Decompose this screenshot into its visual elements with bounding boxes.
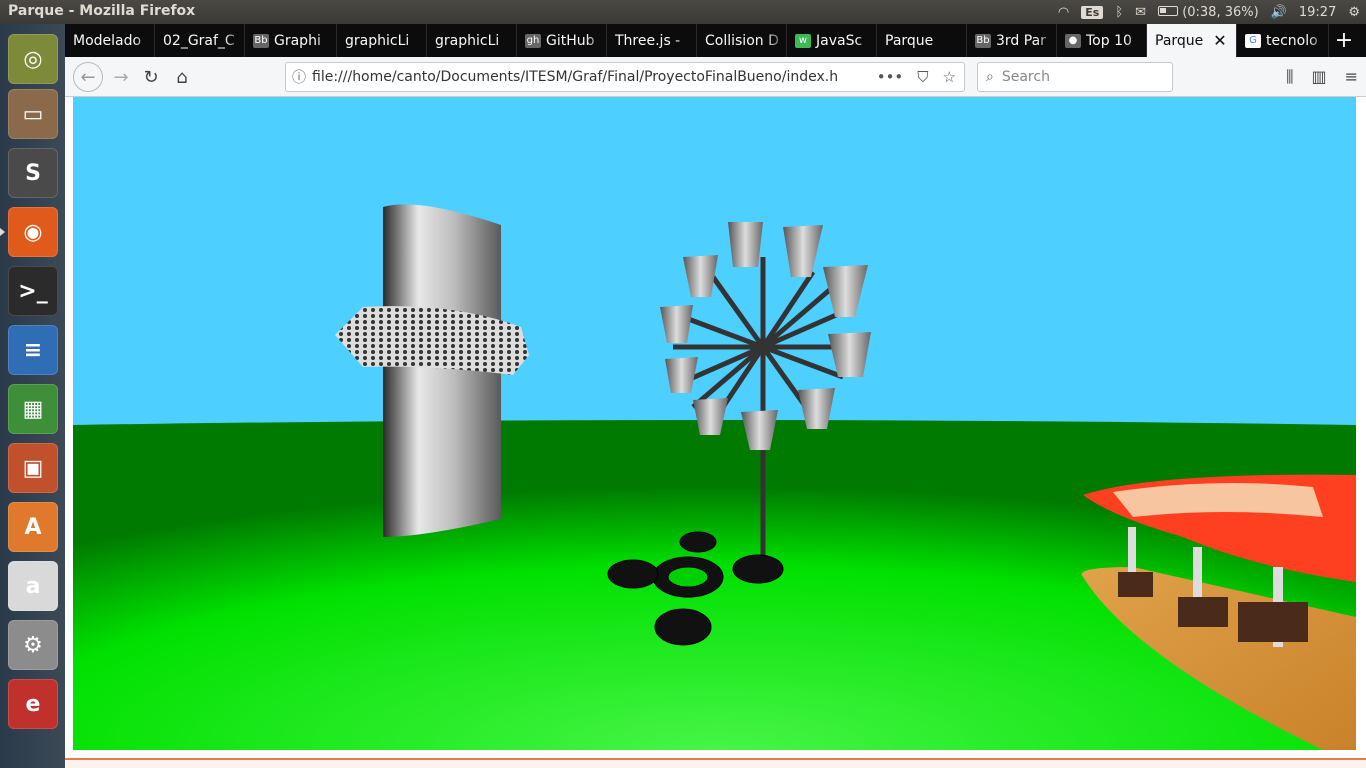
- tab-label: Top 10: [1086, 32, 1132, 49]
- tab-fade: [946, 24, 966, 57]
- clock[interactable]: 19:27: [1299, 5, 1336, 20]
- browser-tab[interactable]: ● Top 10: [1057, 24, 1147, 57]
- running-indicator: [0, 228, 5, 236]
- terminal-icon[interactable]: >_: [8, 266, 58, 316]
- browser-tab[interactable]: Modelado: [65, 24, 155, 57]
- url-text[interactable]: file:///home/canto/Documents/ITESM/Graf/…: [312, 69, 877, 85]
- tab-fade: [316, 24, 336, 57]
- session-gear-icon[interactable]: ⚙: [1348, 5, 1360, 20]
- tab-fade: [1036, 24, 1056, 57]
- window-title: Parque - Mozilla Firefox: [8, 3, 196, 19]
- tab-label: graphicLi: [435, 32, 500, 49]
- library-icon[interactable]: ⫼: [1286, 67, 1293, 87]
- battery-indicator[interactable]: (0:38, 36%): [1158, 5, 1259, 20]
- tab-label: Modelado: [73, 32, 142, 49]
- tab-fade: [766, 24, 786, 57]
- tab-fade: [406, 24, 426, 57]
- sublime-text-icon[interactable]: S: [8, 148, 58, 198]
- browser-tab[interactable]: Parque: [877, 24, 967, 57]
- browser-tab[interactable]: gh GitHub: [517, 24, 607, 57]
- tab-fade: [496, 24, 516, 57]
- tab-fade: [1126, 24, 1146, 57]
- tab-label: Parque: [885, 32, 934, 49]
- status-strip: [65, 758, 1366, 768]
- page-actions-icon[interactable]: •••: [877, 68, 904, 86]
- bluetooth-icon[interactable]: ᛒ: [1115, 5, 1123, 20]
- keyboard-layout-indicator[interactable]: Es: [1081, 5, 1104, 19]
- browser-tab[interactable]: Three.js -: [607, 24, 697, 57]
- site-info-icon[interactable]: ⓘ: [286, 67, 312, 87]
- system-tray: ◠ Es ᛒ ✉ (0:38, 36%) 🔊 19:27 ⚙: [1058, 0, 1360, 24]
- tab-bar: Modelado 02_Graf_C Bb Graphi graphicLi graphi…: [65, 24, 1366, 57]
- browser-tab[interactable]: graphicLi: [337, 24, 427, 57]
- battery-label: (0:38, 36%): [1182, 4, 1259, 20]
- libreoffice-calc-icon[interactable]: ▦: [8, 384, 58, 434]
- home-button[interactable]: ⌂: [168, 63, 196, 91]
- system-settings-icon[interactable]: ⚙: [8, 620, 58, 670]
- mail-icon[interactable]: ✉: [1135, 5, 1146, 20]
- search-placeholder: Search: [1001, 69, 1050, 85]
- forward-button[interactable]: →: [107, 63, 135, 91]
- browser-tab[interactable]: Bb 3rd Par: [967, 24, 1057, 57]
- tab-fade: [676, 24, 696, 57]
- close-tab-icon[interactable]: ✕: [1213, 31, 1226, 50]
- tab-label: Graphi: [274, 32, 321, 49]
- libreoffice-writer-icon[interactable]: ≡: [8, 325, 58, 375]
- browser-tab[interactable]: Bb Graphi: [245, 24, 337, 57]
- search-icon: ⌕: [986, 69, 994, 85]
- browser-tab[interactable]: graphicLi: [427, 24, 517, 57]
- tab-favicon-icon: gh: [525, 33, 541, 48]
- firefox-icon[interactable]: ◉: [8, 207, 58, 257]
- search-input[interactable]: ⌕ Search: [977, 62, 1173, 92]
- files-icon[interactable]: ▭: [8, 89, 58, 139]
- browser-tab[interactable]: w JavaSc: [787, 24, 877, 57]
- tab-favicon-icon: w: [795, 33, 811, 48]
- wifi-icon[interactable]: ◠: [1058, 5, 1069, 20]
- tab-fade: [856, 24, 876, 57]
- url-bar[interactable]: ⓘ file:///home/canto/Documents/ITESM/Gra…: [285, 62, 965, 92]
- browser-tab[interactable]: Parque ✕: [1147, 24, 1237, 57]
- battery-icon: [1158, 5, 1179, 16]
- tab-fade: [224, 24, 244, 57]
- browser-tab[interactable]: Gtecnolo: [1237, 24, 1329, 57]
- ubuntu-dash-icon[interactable]: ◎: [8, 34, 58, 84]
- sidebar-icon[interactable]: ▥: [1311, 67, 1326, 87]
- tab-fade: [586, 24, 606, 57]
- pocket-icon[interactable]: ⛉: [917, 68, 928, 86]
- tab-favicon-icon: Bb: [975, 33, 991, 48]
- tab-favicon-icon: ●: [1065, 33, 1081, 48]
- launcher: ◎ ▭ S ◉ >_ ≡ ▦ ▣ Aa ⚙ e: [0, 24, 65, 768]
- amazon-icon[interactable]: a: [8, 561, 58, 611]
- libreoffice-impress-icon[interactable]: ▣: [8, 443, 58, 493]
- software-center-icon[interactable]: A: [8, 502, 58, 552]
- document-viewer-icon[interactable]: e: [8, 679, 58, 729]
- menu-icon[interactable]: ≡: [1345, 67, 1358, 87]
- browser-tab[interactable]: Collision D: [697, 24, 787, 57]
- tab-fade: [1308, 24, 1328, 57]
- reload-button[interactable]: ↻: [137, 63, 165, 91]
- tab-label: Three.js -: [615, 32, 681, 49]
- new-tab-button[interactable]: +: [1329, 24, 1359, 57]
- browser-tab[interactable]: 02_Graf_C: [155, 24, 245, 57]
- tab-label: graphicLi: [345, 32, 410, 49]
- back-button[interactable]: ←: [73, 62, 103, 92]
- tab-favicon-icon: G: [1245, 33, 1261, 48]
- navigation-toolbar: ← → ↻ ⌂ ⓘ file:///home/canto/Documents/I…: [65, 57, 1366, 97]
- volume-icon[interactable]: 🔊: [1271, 5, 1287, 20]
- tab-label: Parque: [1155, 32, 1204, 49]
- page-content: [65, 97, 1366, 768]
- tab-fade: [134, 24, 154, 57]
- tab-favicon-icon: Bb: [253, 33, 269, 48]
- top-panel: Parque - Mozilla Firefox ◠ Es ᛒ ✉ (0:38,…: [0, 0, 1366, 24]
- bookmark-star-icon[interactable]: ☆: [943, 68, 956, 86]
- webgl-scene-canvas[interactable]: [73, 97, 1356, 750]
